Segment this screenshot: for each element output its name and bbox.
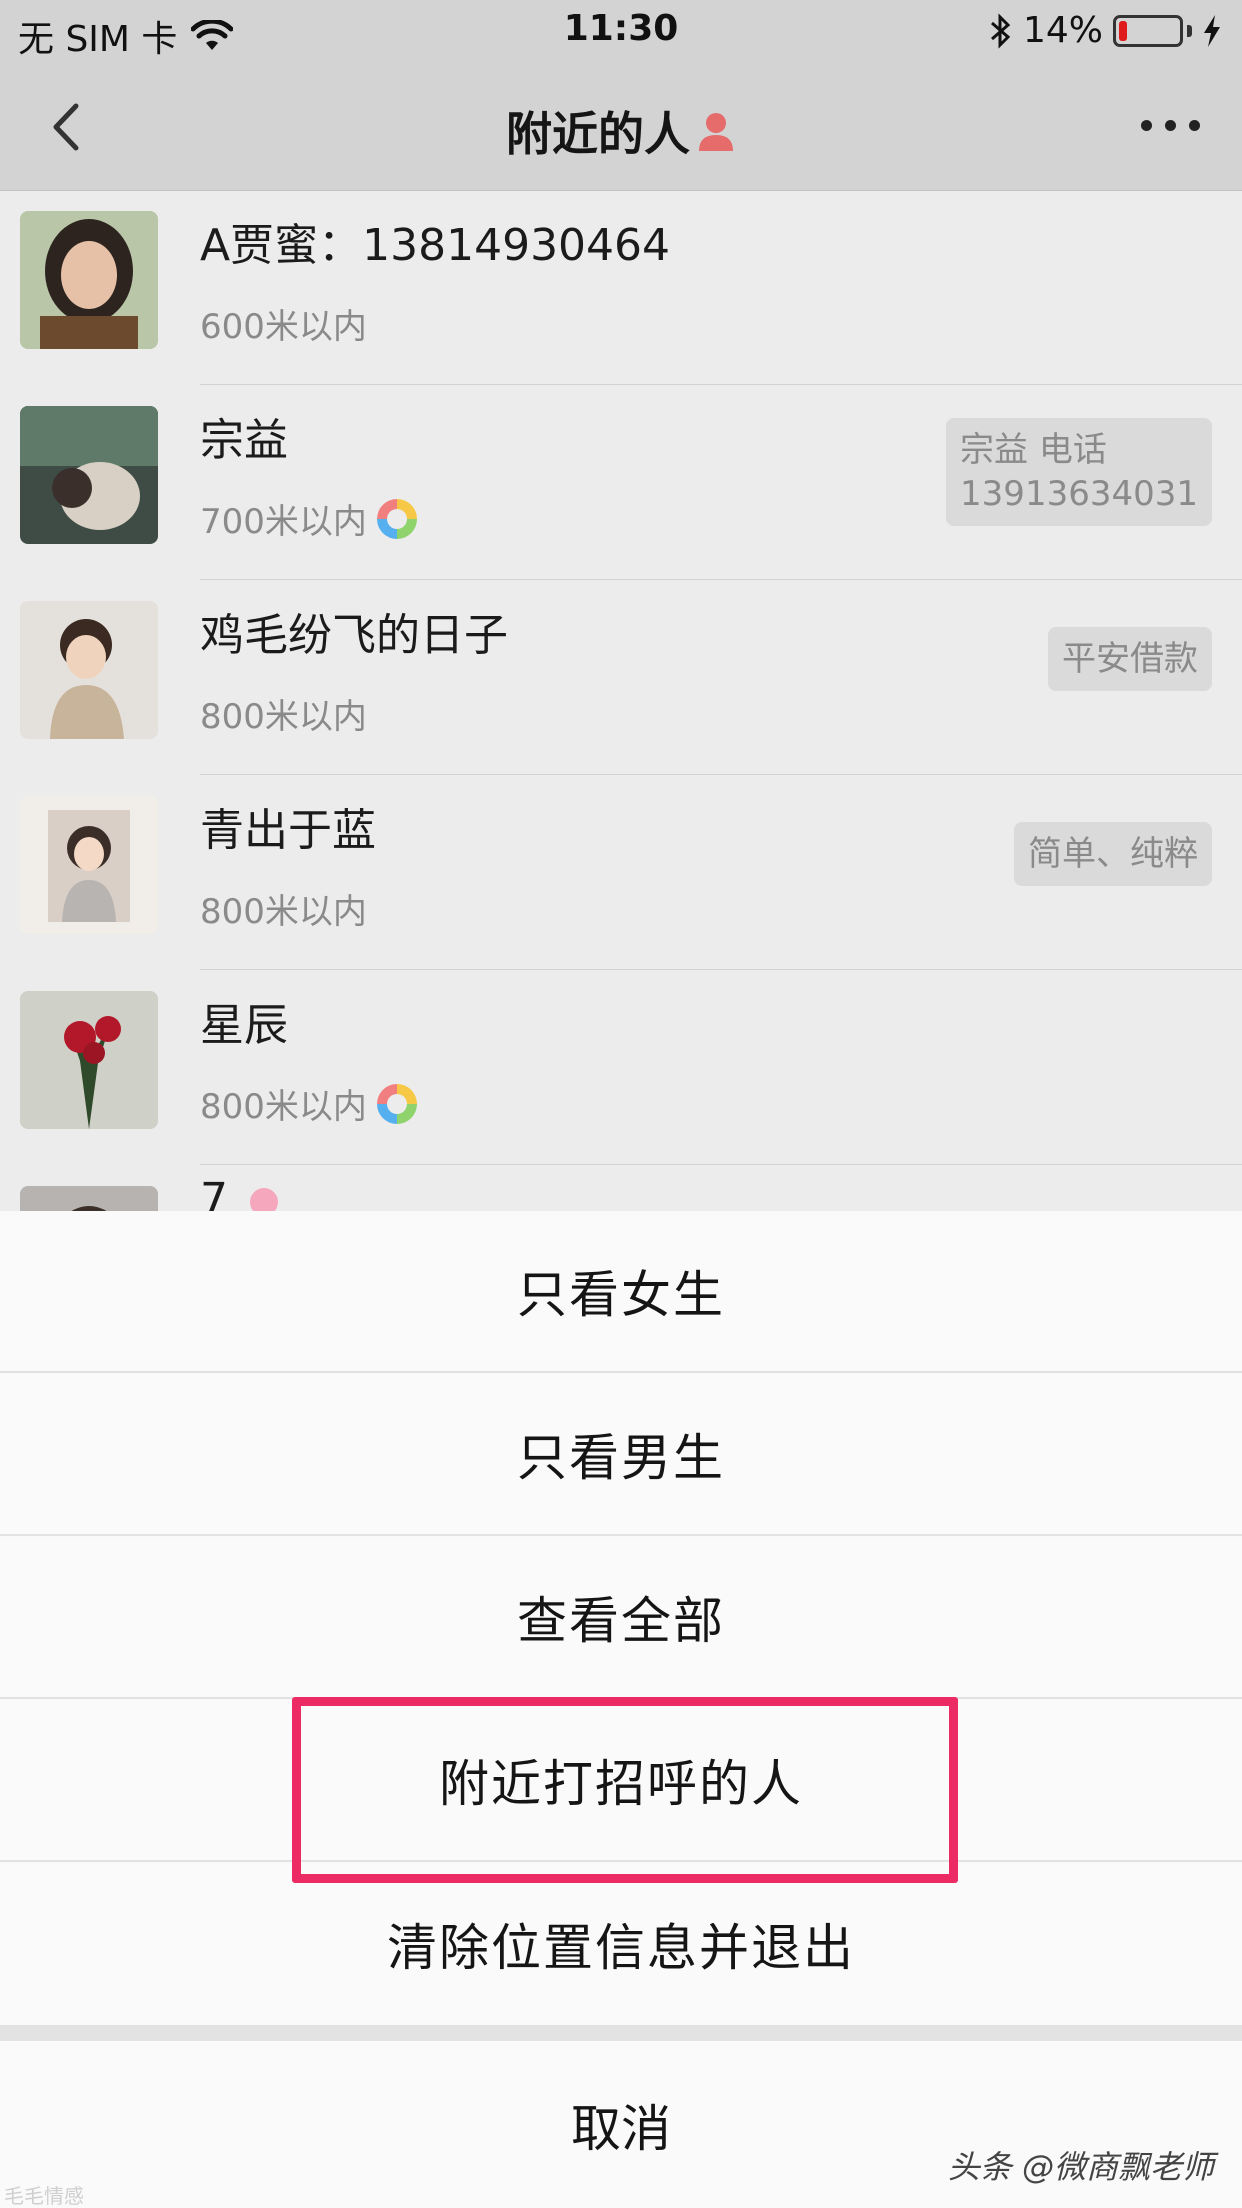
option-clear-location-exit[interactable]: 清除位置信息并退出 — [0, 1863, 1242, 2025]
contact-name: 星辰 — [200, 1000, 288, 1051]
sheet-gap — [0, 2025, 1242, 2041]
battery-icon — [1113, 14, 1183, 47]
more-button[interactable] — [1141, 120, 1200, 131]
action-sheet: 只看女生 只看男生 查看全部 附近打招呼的人 清除位置信息并退出 取消 — [0, 1211, 1242, 2208]
bluetooth-icon — [990, 12, 1011, 49]
avatar — [20, 796, 158, 934]
distance-label: 800米以内 — [200, 1079, 417, 1128]
contact-name: A贾蜜：13814930464 — [200, 220, 671, 271]
option-nearby-greetings[interactable]: 附近打招呼的人 — [0, 1700, 1242, 1862]
battery-cap — [1187, 24, 1192, 37]
person-icon — [699, 113, 733, 151]
list-item[interactable]: 星辰 800米以内 — [0, 971, 1242, 1166]
distance-text: 800米以内 — [200, 1087, 367, 1127]
contact-name: 宗益 — [200, 415, 288, 466]
distance-text: 700米以内 — [200, 502, 367, 542]
page-title-wrap: 附近的人 — [506, 98, 736, 164]
contact-name: 鸡毛纷飞的日子 — [200, 610, 508, 661]
distance-label: 600米以内 — [200, 299, 367, 348]
distance-label: 800米以内 — [200, 884, 367, 933]
list-item[interactable]: 宗益 700米以内 宗益 电话 13913634031 — [0, 386, 1242, 581]
list-item[interactable]: 鸡毛纷飞的日子 800米以内 平安借款 — [0, 581, 1242, 776]
option-female-only[interactable]: 只看女生 — [0, 1211, 1242, 1373]
charging-icon — [1204, 14, 1220, 47]
watermark: 头条 @微商飘老师 — [947, 2148, 1214, 2186]
page-title-text: 附近的人 — [506, 107, 690, 161]
nav-bar: 附近的人 — [0, 64, 1242, 191]
signature-tag: 平安借款 — [1048, 627, 1212, 691]
contact-name-text: 7 — [200, 1174, 228, 1211]
battery-percent: 14% — [1022, 10, 1103, 51]
status-bar: 无 SIM 卡 11:30 14% — [0, 0, 1242, 64]
option-view-all[interactable]: 查看全部 — [0, 1537, 1242, 1699]
distance-text: 600米以内 — [200, 307, 367, 347]
contact-name: 青出于蓝 — [200, 805, 376, 856]
moments-icon — [376, 1083, 417, 1124]
distance-label: 700米以内 — [200, 494, 417, 543]
distance-text: 800米以内 — [200, 892, 367, 932]
distance-text: 800米以内 — [200, 697, 367, 737]
page-title: 附近的人 — [0, 98, 1242, 164]
divider — [200, 579, 1242, 580]
signature-tag: 简单、纯粹 — [1014, 822, 1212, 886]
list-item[interactable]: 7 — [0, 1166, 1242, 1211]
avatar — [20, 211, 158, 349]
divider — [200, 774, 1242, 775]
list-item[interactable]: 青出于蓝 800米以内 简单、纯粹 — [0, 776, 1242, 971]
contact-name: 7 — [200, 1174, 286, 1211]
more-dot — [1141, 120, 1152, 131]
option-male-only[interactable]: 只看男生 — [0, 1374, 1242, 1536]
signature-tag: 宗益 电话 13913634031 — [946, 418, 1212, 526]
divider — [200, 384, 1242, 385]
distance-label: 800米以内 — [200, 689, 367, 738]
nearby-list: A贾蜜：13814930464 600米以内 宗益 700米以内 宗益 电话 1… — [0, 191, 1242, 1211]
avatar — [20, 601, 158, 739]
moments-icon — [376, 498, 417, 539]
flower-icon — [250, 1188, 278, 1211]
battery-level — [1119, 20, 1127, 41]
more-dot — [1189, 120, 1200, 131]
more-dot — [1165, 120, 1176, 131]
avatar — [20, 1186, 158, 1211]
watermark-left: 毛毛情感 — [4, 2184, 84, 2208]
divider — [200, 1164, 1242, 1165]
divider — [200, 969, 1242, 970]
avatar — [20, 406, 158, 544]
avatar — [20, 991, 158, 1129]
status-right: 14% — [989, 10, 1222, 51]
list-item[interactable]: A贾蜜：13814930464 600米以内 — [0, 191, 1242, 386]
